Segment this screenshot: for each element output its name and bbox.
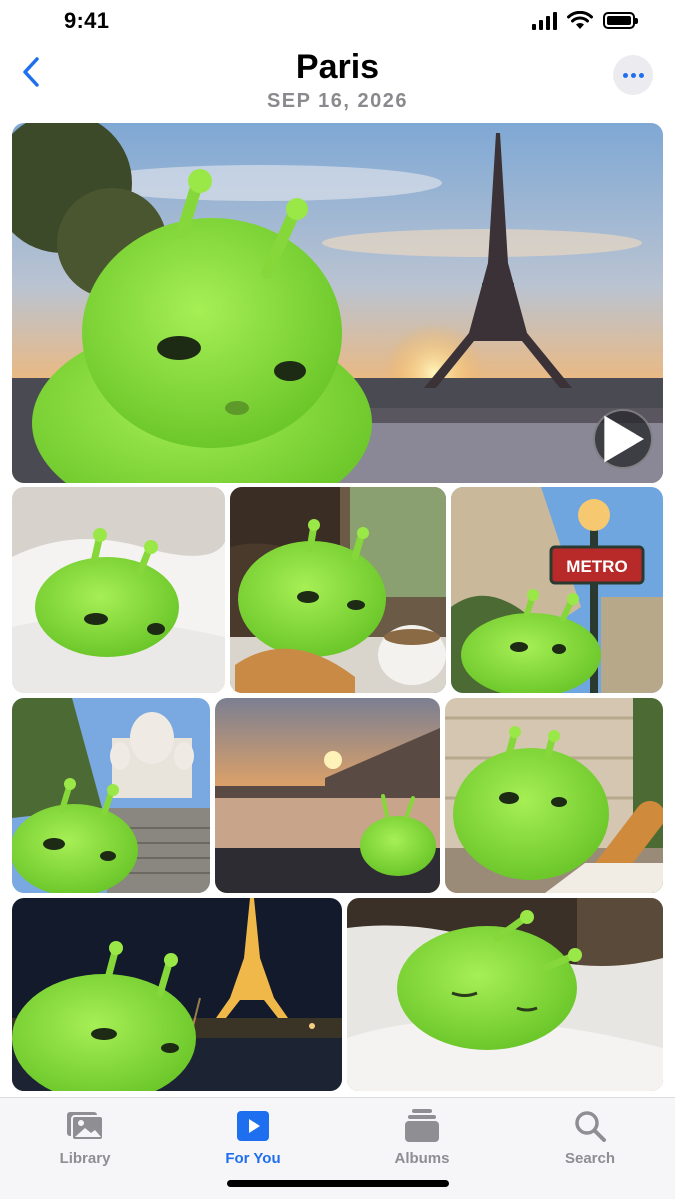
page-title: Paris (295, 48, 380, 86)
play-video-button[interactable] (593, 409, 653, 469)
photo-tile-metro-sign[interactable]: METRO (451, 487, 663, 693)
status-icons (532, 11, 638, 30)
page-date: SEP 16, 2026 (266, 90, 409, 112)
magnifier-icon (575, 1111, 606, 1142)
cellular-signal-icon (532, 11, 557, 30)
seine-sunset-image (215, 698, 440, 893)
photo-tile-bed-morning[interactable] (12, 487, 225, 693)
status-bar: 9:41 (0, 0, 675, 46)
tab-label-library: Library (59, 1150, 111, 1167)
sleeping-bed-image (347, 898, 663, 1091)
play-icon (604, 415, 644, 463)
tab-albums[interactable]: Albums (362, 1108, 482, 1167)
status-time: 9:41 (64, 8, 110, 33)
photo-tile-sleeping-bed[interactable] (347, 898, 663, 1091)
photo-tile-sacre-coeur[interactable] (12, 698, 210, 893)
sacre-coeur-image (12, 698, 210, 893)
more-options-button[interactable] (613, 55, 653, 95)
tab-label-search: Search (564, 1150, 616, 1167)
photo-tile-baguette-street[interactable] (445, 698, 663, 893)
for-you-play-icon (237, 1111, 269, 1141)
metro-sign-image: METRO (451, 487, 663, 693)
tab-label-albums: Albums (394, 1150, 450, 1167)
bed-morning-image (12, 487, 225, 693)
home-indicator (227, 1180, 449, 1187)
albums-stack-icon (405, 1109, 439, 1142)
wifi-icon (567, 11, 593, 29)
tab-library[interactable]: Library (25, 1108, 145, 1167)
cafe-croissant-image (230, 487, 446, 693)
metro-sign-text: METRO (566, 557, 627, 576)
eiffel-night-image (12, 898, 342, 1091)
photo-tile-cafe-croissant[interactable] (230, 487, 446, 693)
photo-tile-seine-sunset[interactable] (215, 698, 440, 893)
photo-tile-eiffel-night[interactable] (12, 898, 342, 1091)
tab-label-for-you: For You (225, 1150, 281, 1167)
battery-icon (603, 12, 638, 29)
tab-search[interactable]: Search (530, 1108, 650, 1167)
tab-for-you[interactable]: For You (193, 1108, 313, 1167)
eiffel-sunset-image (12, 123, 663, 483)
ellipsis-icon (622, 72, 628, 78)
photo-library-icon (67, 1112, 104, 1141)
baguette-street-image (445, 698, 663, 893)
photo-tile-eiffel-sunset-video[interactable] (12, 123, 663, 483)
